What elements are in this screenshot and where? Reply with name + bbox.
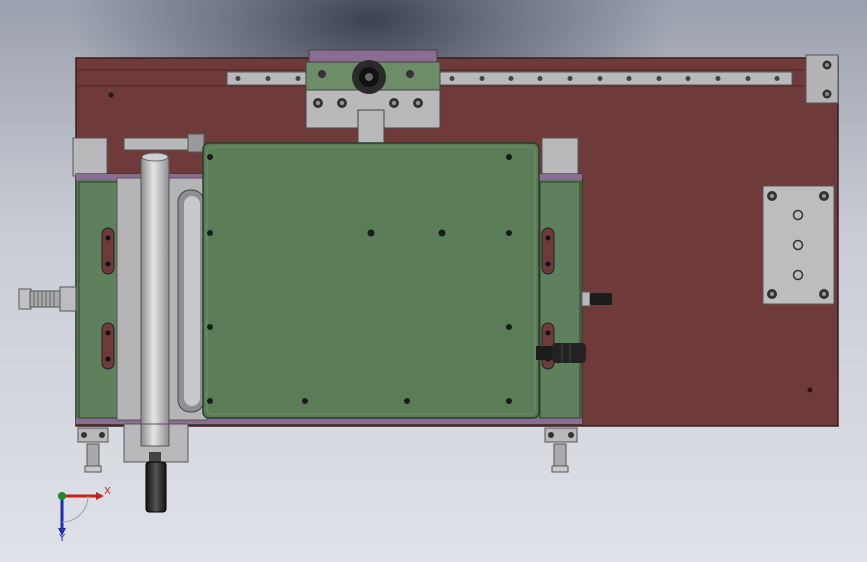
foot-right bbox=[544, 427, 578, 473]
corner-bracket bbox=[805, 54, 839, 104]
axis-triad: X Y bbox=[52, 482, 112, 544]
main-green-plate bbox=[202, 142, 540, 419]
x-axis-label: X bbox=[104, 486, 111, 497]
right-slot-plate bbox=[539, 181, 581, 419]
cad-viewport[interactable]: X Y bbox=[0, 0, 867, 562]
assembly-model bbox=[18, 49, 839, 513]
foot-left bbox=[77, 427, 109, 473]
mount-block bbox=[762, 185, 835, 305]
left-slot-plate bbox=[78, 181, 118, 419]
adjustment-screw bbox=[18, 286, 77, 312]
y-axis-label: Y bbox=[59, 533, 66, 544]
